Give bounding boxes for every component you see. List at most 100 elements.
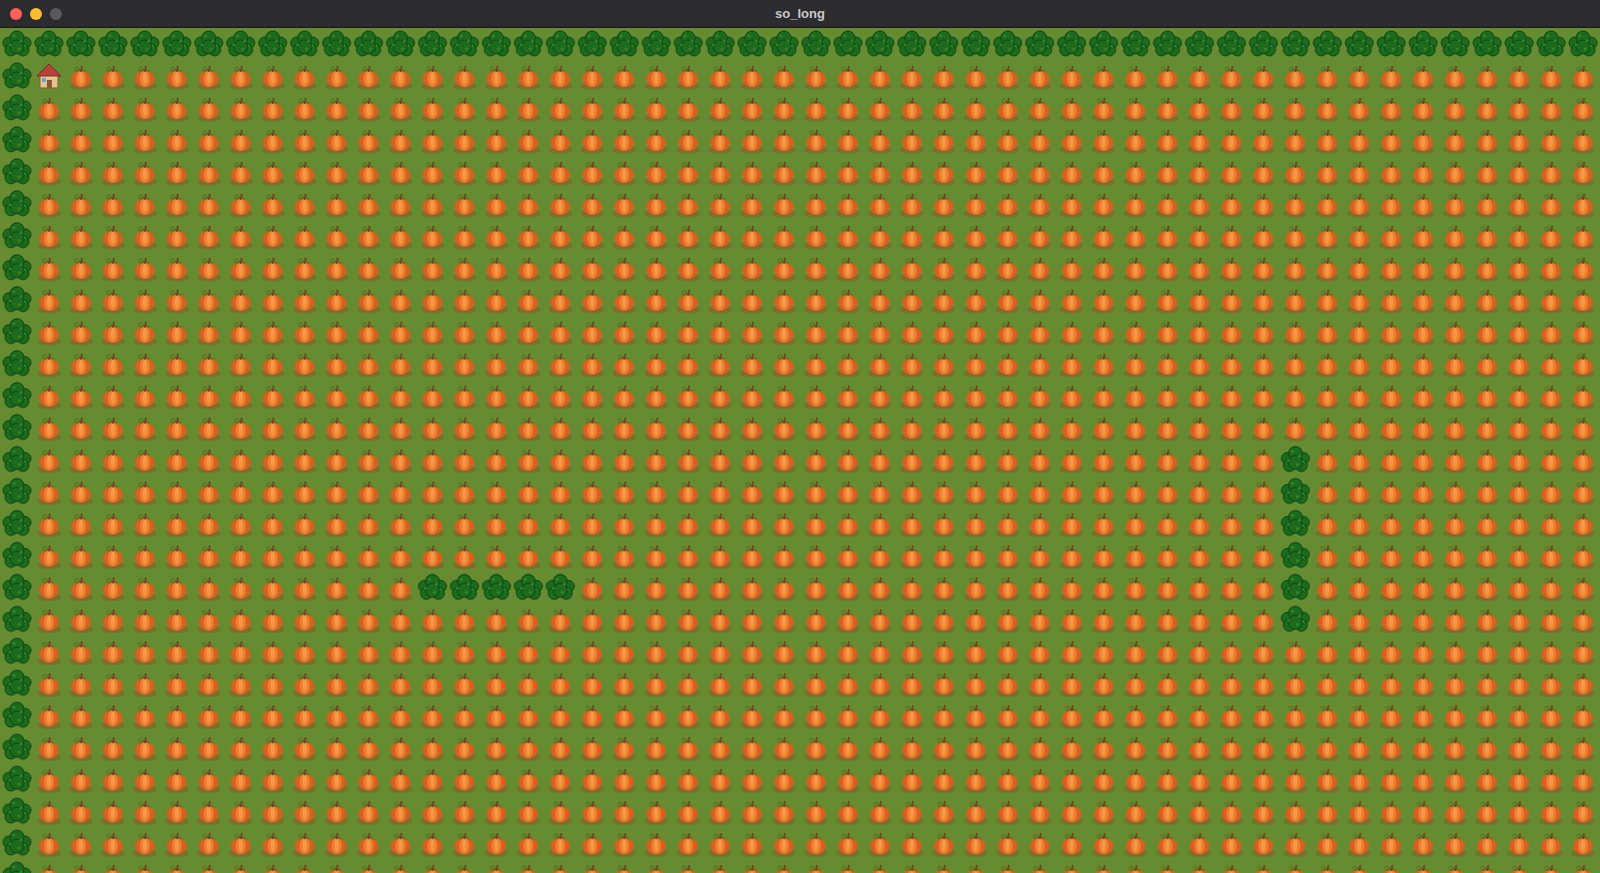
- wall-tile: [384, 27, 417, 60]
- collectible-tile: [704, 475, 737, 508]
- collectible-tile: [800, 635, 832, 668]
- wall-tile: [1215, 27, 1248, 60]
- collectible-tile: [1535, 411, 1568, 444]
- collectible-tile: [192, 731, 225, 764]
- map-row: [0, 379, 1600, 412]
- collectible-tile: [927, 475, 960, 508]
- collectible-tile: [352, 635, 385, 668]
- collectible-tile: [1343, 155, 1376, 188]
- collectible-tile: [576, 858, 609, 873]
- collectible-tile: [544, 539, 577, 572]
- collectible-tile: [1055, 667, 1088, 700]
- collectible-tile: [1279, 251, 1312, 284]
- collectible-tile: [1311, 155, 1344, 188]
- collectible-tile: [416, 219, 449, 252]
- collectible-tile: [192, 411, 225, 444]
- collectible-tile: [1535, 315, 1568, 348]
- collectible-tile: [416, 155, 449, 188]
- wall-tile: [0, 603, 33, 636]
- collectible-tile: [128, 667, 161, 700]
- collectible-tile: [1023, 475, 1056, 508]
- collectible-tile: [576, 699, 609, 732]
- collectible-tile: [1407, 411, 1440, 444]
- collectible-tile: [512, 443, 545, 476]
- collectible-tile: [1535, 123, 1568, 156]
- collectible-tile: [1439, 858, 1472, 873]
- close-button[interactable]: [9, 7, 22, 20]
- collectible-tile: [1375, 635, 1408, 668]
- collectible-tile: [831, 699, 864, 732]
- window-title: so_long: [775, 3, 825, 24]
- minimize-button[interactable]: [29, 7, 42, 20]
- map-row: [0, 475, 1600, 508]
- collectible-tile: [320, 347, 353, 380]
- collectible-tile: [800, 155, 832, 188]
- collectible-tile: [160, 59, 193, 92]
- wall-tile: [1471, 27, 1504, 60]
- collectible-tile: [224, 635, 257, 668]
- collectible-tile: [64, 507, 97, 540]
- collectible-tile: [608, 603, 641, 636]
- collectible-tile: [64, 91, 97, 124]
- collectible-tile: [768, 155, 800, 188]
- collectible-tile: [1439, 443, 1472, 476]
- collectible-tile: [1567, 699, 1600, 732]
- collectible-tile: [895, 251, 928, 284]
- collectible-tile: [959, 123, 992, 156]
- collectible-tile: [1215, 763, 1248, 796]
- collectible-tile: [544, 826, 577, 859]
- collectible-tile: [991, 507, 1024, 540]
- collectible-tile: [959, 635, 992, 668]
- collectible-tile: [1567, 571, 1600, 604]
- collectible-tile: [352, 251, 385, 284]
- collectible-tile: [1087, 571, 1120, 604]
- collectible-tile: [1119, 603, 1152, 636]
- collectible-tile: [160, 858, 193, 873]
- collectible-tile: [384, 251, 417, 284]
- collectible-tile: [672, 187, 705, 220]
- collectible-tile: [736, 347, 769, 380]
- collectible-tile: [1183, 635, 1216, 668]
- collectible-tile: [1151, 603, 1184, 636]
- collectible-tile: [352, 219, 385, 252]
- collectible-tile: [64, 763, 97, 796]
- collectible-tile: [192, 635, 225, 668]
- collectible-tile: [448, 667, 481, 700]
- collectible-tile: [1375, 571, 1408, 604]
- wall-tile: [0, 763, 33, 796]
- collectible-tile: [959, 858, 992, 873]
- collectible-tile: [1151, 411, 1184, 444]
- collectible-tile: [480, 59, 513, 92]
- collectible-tile: [1215, 826, 1248, 859]
- collectible-tile: [831, 187, 864, 220]
- collectible-tile: [448, 59, 481, 92]
- collectible-tile: [1503, 731, 1536, 764]
- collectible-tile: [640, 91, 673, 124]
- collectible-tile: [991, 283, 1024, 316]
- exit-tile: [32, 59, 65, 92]
- collectible-tile: [1151, 251, 1184, 284]
- collectible-tile: [1183, 59, 1216, 92]
- collectible-tile: [480, 731, 513, 764]
- collectible-tile: [1183, 539, 1216, 572]
- collectible-tile: [288, 59, 321, 92]
- collectible-tile: [895, 283, 928, 316]
- collectible-tile: [1023, 699, 1056, 732]
- wall-tile: [0, 475, 33, 508]
- collectible-tile: [831, 795, 864, 827]
- collectible-tile: [640, 123, 673, 156]
- wall-tile: [64, 27, 97, 60]
- collectible-tile: [512, 858, 545, 873]
- wall-tile: [0, 251, 33, 284]
- collectible-tile: [991, 763, 1024, 796]
- collectible-tile: [704, 603, 737, 636]
- collectible-tile: [1471, 635, 1504, 668]
- wall-tile: [1279, 603, 1312, 636]
- zoom-button[interactable]: [49, 7, 62, 20]
- collectible-tile: [1151, 91, 1184, 124]
- collectible-tile: [1023, 443, 1056, 476]
- collectible-tile: [256, 603, 289, 636]
- collectible-tile: [927, 667, 960, 700]
- collectible-tile: [416, 347, 449, 380]
- collectible-tile: [352, 795, 385, 827]
